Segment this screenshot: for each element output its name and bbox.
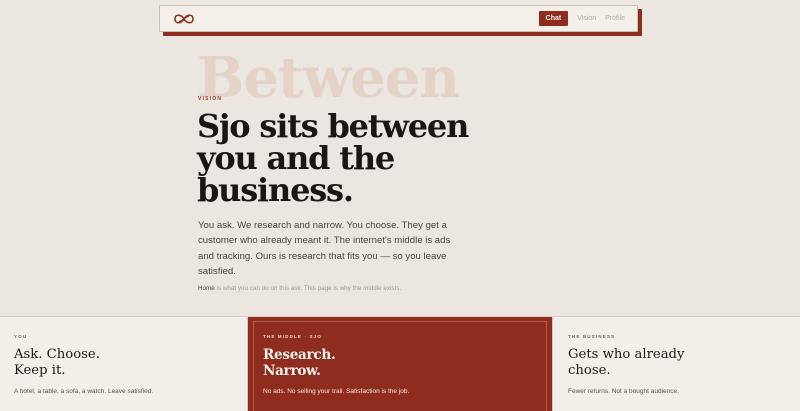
nav-links: Chat Vision Profile (538, 11, 625, 26)
hero-footnote: Home is what you can do on this ask. Thi… (198, 285, 401, 292)
nav-link-chat[interactable]: Chat (538, 11, 569, 26)
infinity-loop-icon[interactable] (172, 12, 196, 26)
card-kicker: THE BUSINESS (568, 334, 616, 339)
card-body: Fewer returns. Not a bought audience. (568, 388, 679, 395)
top-nav: Chat Vision Profile (159, 5, 638, 32)
card-title-line: Research. (263, 347, 336, 363)
vision-page: Chat Vision Profile Between VISION Sjo s… (0, 0, 800, 411)
card-you: YOU Ask. Choose. Keep it. A hotel, a tab… (0, 317, 248, 411)
card-kicker: THE MIDDLE · SJO (263, 334, 322, 339)
nav-link-vision[interactable]: Vision (577, 15, 596, 22)
nav-link-profile[interactable]: Profile (605, 15, 625, 22)
card-title-line: Ask. Choose. (14, 347, 100, 362)
card-middle: THE MIDDLE · SJO Research. Narrow. No ad… (248, 317, 552, 411)
card-kicker: YOU (14, 334, 28, 339)
role-cards: YOU Ask. Choose. Keep it. A hotel, a tab… (0, 316, 800, 411)
background-word: Between (197, 45, 460, 111)
card-title-line: Keep it. (14, 363, 66, 378)
card-title: Research. Narrow. (263, 347, 537, 379)
card-body: No ads. No selling your trail. Satisfact… (263, 388, 410, 395)
card-title: Gets who already chose. (568, 347, 685, 378)
footnote-text: is what you can do on this ask. This pag… (214, 285, 402, 292)
card-title-line: Narrow. (263, 363, 321, 379)
section-eyebrow: VISION (198, 96, 223, 102)
page-headline: Sjo sits between you and the business. (197, 107, 469, 209)
card-body: A hotel, a table, a sofa, a watch. Leave… (14, 388, 154, 395)
card-business: THE BUSINESS Gets who already chose. Few… (552, 317, 800, 411)
card-middle-frame: THE MIDDLE · SJO Research. Narrow. No ad… (253, 321, 547, 411)
hero-lede: You ask. We research and narrow. You cho… (198, 220, 451, 278)
home-link[interactable]: Home (198, 285, 215, 292)
card-title: Ask. Choose. Keep it. (14, 347, 233, 379)
